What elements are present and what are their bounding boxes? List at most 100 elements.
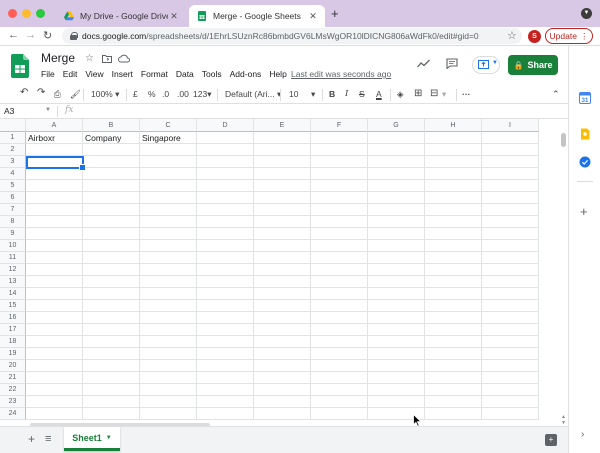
cell-c8[interactable] (140, 216, 197, 228)
more-formats-button[interactable]: 123▾ (193, 89, 211, 100)
forward-arrow-icon[interactable]: → (25, 29, 36, 41)
cell-h20[interactable] (425, 360, 482, 372)
cell-f18[interactable] (311, 336, 368, 348)
cell-f20[interactable] (311, 360, 368, 372)
cell-i11[interactable] (482, 252, 539, 264)
cell-c23[interactable] (140, 396, 197, 408)
cell-h14[interactable] (425, 288, 482, 300)
cell-b8[interactable] (83, 216, 140, 228)
cell-c2[interactable] (140, 144, 197, 156)
cell-a24[interactable] (26, 408, 83, 420)
cell-c20[interactable] (140, 360, 197, 372)
cell-g14[interactable] (368, 288, 425, 300)
cell-e20[interactable] (254, 360, 311, 372)
cell-d6[interactable] (197, 192, 254, 204)
cell-i10[interactable] (482, 240, 539, 252)
cell-b24[interactable] (83, 408, 140, 420)
row-header-6[interactable]: 6 (0, 192, 26, 204)
merge-cells-icon[interactable]: ⊟ (430, 88, 438, 99)
cell-d11[interactable] (197, 252, 254, 264)
cell-b3[interactable] (83, 156, 140, 168)
cell-i14[interactable] (482, 288, 539, 300)
menu-tools[interactable]: Tools (202, 69, 222, 79)
cell-c4[interactable] (140, 168, 197, 180)
chevron-down-icon[interactable]: ▾ (442, 89, 446, 100)
row-header-7[interactable]: 7 (0, 204, 26, 216)
cell-c11[interactable] (140, 252, 197, 264)
row-header-3[interactable]: 3 (0, 156, 26, 168)
cell-g13[interactable] (368, 276, 425, 288)
close-tab-icon[interactable]: ✕ (307, 11, 319, 22)
row-header-23[interactable]: 23 (0, 396, 26, 408)
cell-i13[interactable] (482, 276, 539, 288)
cell-g12[interactable] (368, 264, 425, 276)
cell-f12[interactable] (311, 264, 368, 276)
row-header-5[interactable]: 5 (0, 180, 26, 192)
cell-h4[interactable] (425, 168, 482, 180)
cell-f17[interactable] (311, 324, 368, 336)
cell-d15[interactable] (197, 300, 254, 312)
cell-a4[interactable] (26, 168, 83, 180)
zoom-select[interactable]: 100% ▾ (91, 89, 119, 100)
more-toolbar-button[interactable]: ··· (462, 89, 471, 99)
cell-a20[interactable] (26, 360, 83, 372)
last-edit-link[interactable]: Last edit was seconds ago (291, 69, 391, 79)
profile-avatar[interactable]: S (528, 30, 541, 43)
cell-e21[interactable] (254, 372, 311, 384)
cell-h15[interactable] (425, 300, 482, 312)
cell-a22[interactable] (26, 384, 83, 396)
reload-icon[interactable]: ↻ (43, 29, 52, 42)
cell-c17[interactable] (140, 324, 197, 336)
cell-e9[interactable] (254, 228, 311, 240)
row-header-11[interactable]: 11 (0, 252, 26, 264)
cell-c7[interactable] (140, 204, 197, 216)
cell-h5[interactable] (425, 180, 482, 192)
paint-format-icon[interactable]: 🖌 (70, 89, 81, 100)
present-button[interactable]: ▼ (472, 56, 500, 74)
cell-h16[interactable] (425, 312, 482, 324)
cell-e1[interactable] (254, 132, 311, 144)
cell-i7[interactable] (482, 204, 539, 216)
cell-e12[interactable] (254, 264, 311, 276)
increase-decimal-button[interactable]: .00 (177, 89, 189, 99)
cell-f3[interactable] (311, 156, 368, 168)
cell-i4[interactable] (482, 168, 539, 180)
row-header-13[interactable]: 13 (0, 276, 26, 288)
cell-f2[interactable] (311, 144, 368, 156)
column-header-a[interactable]: A (26, 119, 83, 132)
cell-b6[interactable] (83, 192, 140, 204)
cell-g23[interactable] (368, 396, 425, 408)
cell-d14[interactable] (197, 288, 254, 300)
menu-help[interactable]: Help (269, 69, 286, 79)
cloud-saved-icon[interactable] (118, 54, 130, 63)
cell-f11[interactable] (311, 252, 368, 264)
vertical-scrollbar[interactable] (561, 133, 566, 147)
keep-icon[interactable] (579, 128, 591, 140)
close-window-button[interactable] (8, 9, 17, 18)
cell-i6[interactable] (482, 192, 539, 204)
cell-g8[interactable] (368, 216, 425, 228)
cell-i23[interactable] (482, 396, 539, 408)
cell-a17[interactable] (26, 324, 83, 336)
calendar-icon[interactable]: 31 (579, 92, 591, 104)
row-header-16[interactable]: 16 (0, 312, 26, 324)
minimize-window-button[interactable] (22, 9, 31, 18)
cell-b9[interactable] (83, 228, 140, 240)
menu-insert[interactable]: Insert (112, 69, 133, 79)
cell-f5[interactable] (311, 180, 368, 192)
currency-format-button[interactable]: £ (133, 89, 138, 99)
column-header-d[interactable]: D (197, 119, 254, 132)
italic-icon[interactable]: I (345, 89, 348, 99)
cell-f16[interactable] (311, 312, 368, 324)
cell-e16[interactable] (254, 312, 311, 324)
font-size-select[interactable]: 10 (289, 89, 298, 99)
row-header-18[interactable]: 18 (0, 336, 26, 348)
cell-b4[interactable] (83, 168, 140, 180)
cell-d18[interactable] (197, 336, 254, 348)
cell-g6[interactable] (368, 192, 425, 204)
cell-b23[interactable] (83, 396, 140, 408)
cell-a21[interactable] (26, 372, 83, 384)
cell-b18[interactable] (83, 336, 140, 348)
cell-c9[interactable] (140, 228, 197, 240)
activity-trend-icon[interactable] (417, 59, 430, 68)
